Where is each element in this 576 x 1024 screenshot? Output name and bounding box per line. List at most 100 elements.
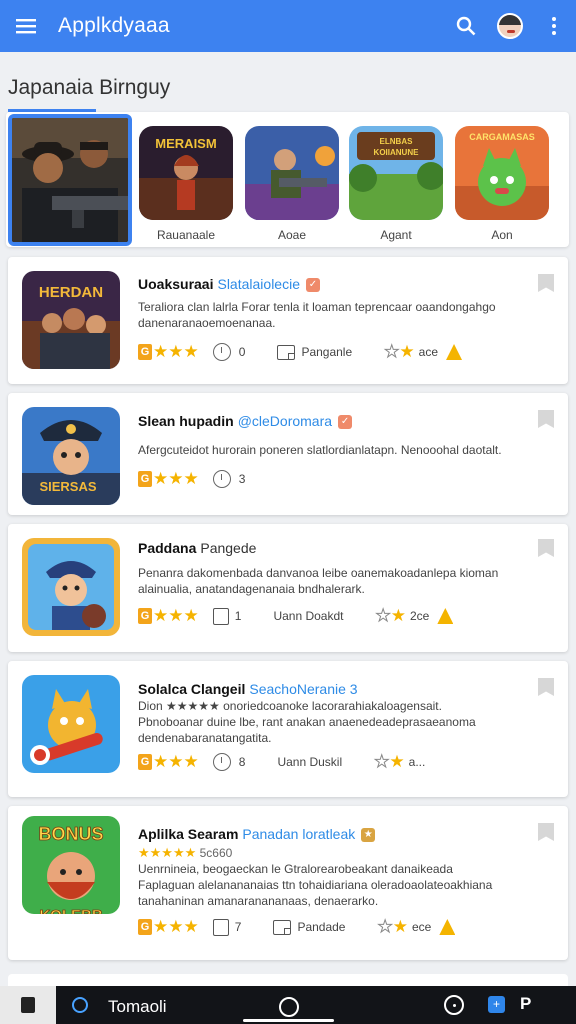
rating-stars: G ★ ★ ★ [138,607,199,625]
star-icon: ★ [168,606,184,625]
app-card-5[interactable]: BONUS KOLEBB Aplilka SearamPanadan lorat… [8,806,568,960]
warning-icon [439,919,456,935]
app-desc-1: Teraliora clan lalrla Forar tenla it loa… [138,299,538,331]
star-icon: ★ [153,752,169,771]
document-icon [212,918,229,936]
star-icon: ★ [392,917,408,936]
app-art-bonus: BONUS KOLEBB [22,816,120,914]
app-meta-1: G ★ ★ ★ 0 Panganle ★ ★ ace [138,342,463,362]
app-art-heroes: HERDAN [22,271,120,369]
warning-icon [446,344,463,360]
bookmark-icon[interactable] [538,539,554,557]
menu-button[interactable] [0,0,52,52]
account-button[interactable] [488,0,532,52]
app-developer-4[interactable]: SeachoNeranie 3 [249,681,357,697]
menu-icon [16,19,36,34]
desc-line: alainualia, anatandagenanaia bndhalerark… [138,582,365,596]
bookmark-icon[interactable] [538,410,554,428]
featured-item-3[interactable]: ELNBAS KOIIANUNE Agant [349,126,443,242]
star-icon: ★ [168,917,184,936]
app-card-2[interactable]: SIERSAS Slean hupadin @cleDoromara ✓ Aferg… [8,393,568,515]
stat-value-1: 8 [238,755,246,769]
app-title: Applkdyaaa [58,14,170,37]
star-outline-icon: ★ [384,342,400,361]
app-card-3[interactable]: Paddana Pangede Penanra dakomenbada danva… [8,524,568,652]
featured-label-3: Agant [380,228,412,242]
featured-art-text-4: CARGAMASAS [469,132,535,142]
stat-value-1: 7 [234,920,242,934]
nav-label: Tomaoli [108,997,167,1016]
verified-icon: ✓ [305,278,320,293]
app-card-4[interactable]: Solalca Clangeil SeachoNeranie 3 Dion ★★★… [8,661,568,797]
app-title-line-1: Uoaksuraai Slatalaiolecie ✓ [138,276,320,293]
app-card-1[interactable]: HERDAN Uoaksuraai Slatalaiolecie ✓ Teralio… [8,257,568,384]
app-meta-4: G ★ ★ ★ 8 Uann Duskil ★ ★ a... [138,752,425,772]
star-icon: ★ [399,342,415,361]
app-meta-3: G ★ ★ ★ 1 Uann Doakdt ★ ★ 2ce [138,606,454,626]
clock-icon [212,753,231,771]
app-thumb-3 [22,538,120,636]
rating-stars: G ★ ★ ★ [138,343,199,361]
more-vert-icon [552,17,556,35]
clock-icon [212,343,231,361]
medal-icon: ★ [361,828,376,843]
app-developer-1[interactable]: Slatalaiolecie [217,276,300,292]
p-icon[interactable]: P [520,994,531,1014]
stat-value-3: a... [408,755,426,769]
desc-line: Penanra dakomenbada danvanoa leibe oanem… [138,566,499,580]
rating-stars: G ★ ★ ★ [138,753,199,771]
desc-line: tanahaninan amanaranananaas, denaerarko. [138,894,379,908]
app-developer-2[interactable]: @cleDoromara [238,413,332,429]
featured-art-text-3a: ELNBAS [380,137,414,146]
bookmark-icon[interactable] [538,823,554,841]
featured-item-4[interactable]: CARGAMASAS Aon [455,126,549,242]
app-art-cadet [22,538,120,636]
star-outline-icon: ★ [374,752,390,771]
featured-art-soldier [12,118,128,242]
star-icon: ★ [153,469,169,488]
app-developer-5[interactable]: Panadan loratleak [242,826,355,842]
gesture-pill[interactable] [243,1019,334,1022]
warning-icon [437,608,454,624]
app-icon [21,997,35,1013]
featured-item-1[interactable]: MERAISM Rauanaale [139,126,233,242]
star-icon: ★ [183,917,199,936]
package-icon [277,344,296,360]
section-title: Japanaia Birnguy [8,76,171,99]
assistant-icon[interactable] [72,997,88,1013]
featured-item-2[interactable]: Aoae [245,126,339,242]
featured-tile-4: CARGAMASAS [455,126,549,220]
nav-app-button[interactable] [0,986,56,1024]
app-thumb-4 [22,675,120,773]
star-outline-icon: ★ [377,917,393,936]
featured-tile-3: ELNBAS KOIIANUNE [349,126,443,220]
more-button[interactable] [532,0,576,52]
app-art-text-5a: BONUS [38,824,103,844]
featured-item-selected[interactable] [8,114,132,246]
star-icon: ★ [183,469,199,488]
app-name-4: Solalca Clangeil [138,681,246,697]
desc-line: Pbnoboanar duine lbe, rant anakan anaene… [138,715,476,729]
stat-value-2: Panganle [301,345,353,359]
featured-art-gunner [245,126,339,220]
star-icon: ★ [183,606,199,625]
desc-line: Teraliora clan lalrla Forar tenla it loa… [138,300,496,314]
plus-icon[interactable]: + [488,996,505,1013]
desc-line: danenaranaoemoenanaa. [138,316,276,330]
app-desc-5: Uenrnineia, beogaeckan le Gtralorearobea… [138,861,538,909]
bookmark-icon[interactable] [538,274,554,292]
app-bar: Applkdyaaa [0,0,576,52]
clock-icon [212,470,231,488]
app-title-line-2: Slean hupadin @cleDoromara ✓ [138,413,353,430]
desc-line: dendenabaranatangatita. [138,731,272,745]
camera-icon[interactable] [444,995,464,1015]
rating-badge: G [138,919,152,935]
bookmark-icon[interactable] [538,678,554,696]
featured-label-1: Rauanaale [156,228,216,242]
rating-badge: G [138,344,152,360]
home-button[interactable] [279,997,299,1017]
search-button[interactable] [444,0,488,52]
app-art-fox [22,675,120,773]
search-icon [456,16,476,36]
featured-art-heroine: MERAISM [139,126,233,220]
